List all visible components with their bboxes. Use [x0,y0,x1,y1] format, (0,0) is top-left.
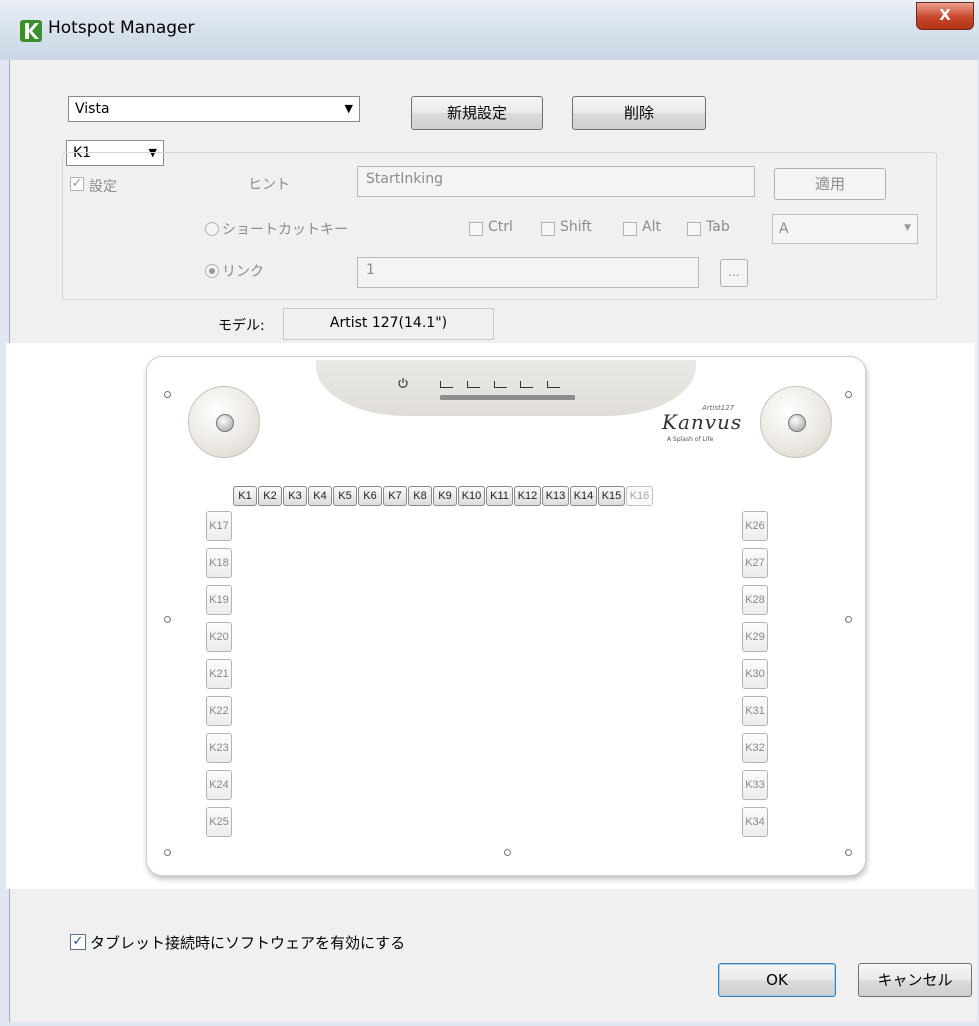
tab-checkbox[interactable] [687,222,701,236]
led-indicator [440,381,453,388]
hotkey-k17[interactable]: K17 [206,511,232,541]
chevron-down-icon: ▼ [904,223,911,233]
link-input[interactable]: 1 [357,257,699,288]
ok-button[interactable]: OK [718,963,836,997]
hotkey-k15[interactable]: K15 [598,486,625,506]
link-radio[interactable] [205,264,219,278]
profile-select[interactable]: Vista ▼ [68,96,360,122]
link-label: リンク [222,264,264,280]
hotkey-k23[interactable]: K23 [206,733,232,763]
hotkey-k25[interactable]: K25 [206,807,232,837]
enable-setting-label: 設定 [89,179,117,195]
hotkey-k34[interactable]: K34 [742,807,768,837]
left-dial[interactable] [188,386,260,458]
hotkey-k27[interactable]: K27 [742,548,768,578]
hotkey-k26[interactable]: K26 [742,511,768,541]
hint-label: ヒント [248,177,290,193]
right-dial[interactable] [760,386,832,458]
hotkey-k2[interactable]: K2 [258,486,282,506]
alt-checkbox[interactable] [623,222,637,236]
chevron-down-icon: ▼ [344,102,353,115]
tab-label: Tab [706,219,730,235]
hotkey-k13[interactable]: K13 [542,486,569,506]
screw-dot [504,849,511,856]
dial-hub [788,414,806,432]
title-bar: Hotspot Manager X [0,0,979,60]
hotkey-k1[interactable]: K1 [233,486,257,506]
hotkey-k11[interactable]: K11 [486,486,513,506]
hotkey-k3[interactable]: K3 [283,486,307,506]
hotkey-k7[interactable]: K7 [383,486,407,506]
led-indicator [494,381,507,388]
browse-button[interactable]: ... [720,259,748,287]
screw-dot [164,391,171,398]
delete-button[interactable]: 削除 [572,96,706,130]
shift-label: Shift [560,219,592,235]
shortcut-radio[interactable] [205,222,219,236]
screw-dot [845,616,852,623]
led-indicator [547,381,560,388]
hotkey-k22[interactable]: K22 [206,696,232,726]
hint-input[interactable]: StartInking [357,166,755,197]
shortcut-key-value: A [779,221,789,237]
hotkey-k5[interactable]: K5 [333,486,357,506]
apply-button[interactable]: 適用 [774,168,886,200]
hotkey-k19[interactable]: K19 [206,585,232,615]
hotkey-k24[interactable]: K24 [206,770,232,800]
hotkey-k10[interactable]: K10 [458,486,485,506]
hotkey-k20[interactable]: K20 [206,622,232,652]
hotspot-manager-window: Hotspot Manager X Vista ▼ 新規設定 削除 K1 ▼ ✓… [0,0,979,1026]
hotkey-k14[interactable]: K14 [570,486,597,506]
tablet-top-panel [316,360,696,416]
profile-select-value: Vista [75,101,110,117]
cancel-button[interactable]: キャンセル [858,963,972,997]
alt-label: Alt [642,219,661,235]
hotkey-k18[interactable]: K18 [206,548,232,578]
brand-logo: Kanvus [662,410,743,434]
hotkey-k21[interactable]: K21 [206,659,232,689]
hotkey-k31[interactable]: K31 [742,696,768,726]
hotkey-k12[interactable]: K12 [514,486,541,506]
screw-dot [164,849,171,856]
ctrl-label: Ctrl [488,219,513,235]
led-indicator [520,381,533,388]
screw-dot [845,849,852,856]
model-label: モデル: [218,318,265,334]
led-indicator [467,381,480,388]
brand-tagline: A Splash of Life [667,436,714,443]
hotkey-k16[interactable]: K16 [626,486,653,506]
model-value: Artist 127(14.1") [283,308,494,340]
enable-on-connect-checkbox[interactable]: ✓ [70,934,86,950]
window-title: Hotspot Manager [48,18,195,38]
power-icon [398,378,408,388]
shortcut-key-select[interactable]: A ▼ [772,214,918,244]
hotkey-k4[interactable]: K4 [308,486,332,506]
hotkey-k29[interactable]: K29 [742,622,768,652]
hotkey-k33[interactable]: K33 [742,770,768,800]
screw-dot [164,616,171,623]
enable-setting-checkbox[interactable]: ✓ [70,177,84,191]
hotkey-k28[interactable]: K28 [742,585,768,615]
new-setting-button[interactable]: 新規設定 [411,96,543,130]
shortcut-label: ショートカットキー [222,222,348,238]
hotkey-k6[interactable]: K6 [358,486,382,506]
hotkey-k8[interactable]: K8 [408,486,432,506]
enable-on-connect-label: タブレット接続時にソフトウェアを有効にする [90,934,406,952]
screw-dot [845,391,852,398]
app-logo-icon [20,20,42,42]
hotkey-k32[interactable]: K32 [742,733,768,763]
hotkey-k9[interactable]: K9 [433,486,457,506]
hotkey-k30[interactable]: K30 [742,659,768,689]
shift-checkbox[interactable] [541,222,555,236]
close-button[interactable]: X [916,2,974,30]
ctrl-checkbox[interactable] [469,222,483,236]
touch-strip [440,395,575,400]
dial-hub [216,414,234,432]
